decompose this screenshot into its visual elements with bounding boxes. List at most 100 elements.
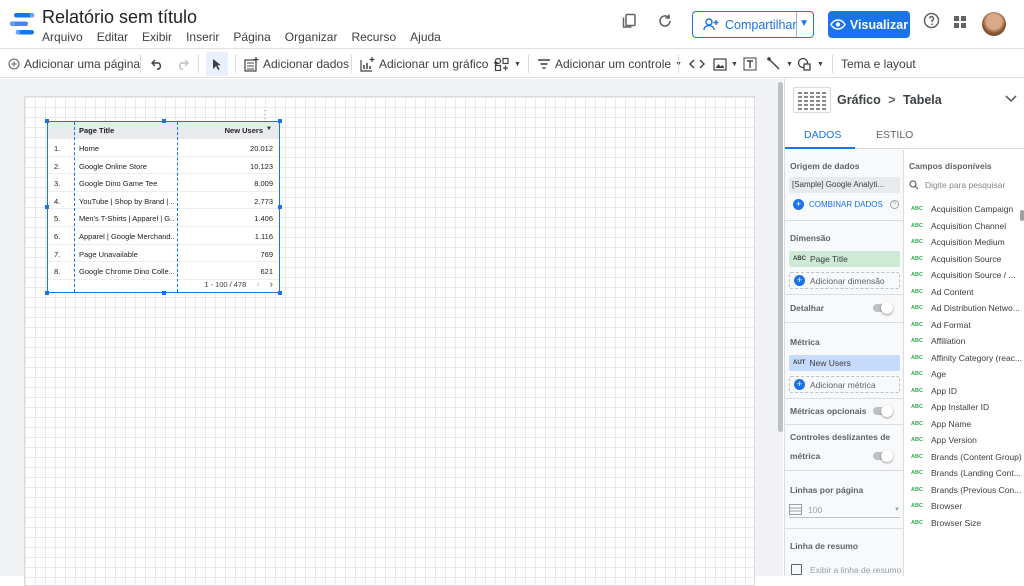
table-row: 5. Men's T-Shirts | Apparel | G... 1.406 (48, 209, 279, 227)
add-metric-button[interactable]: + Adicionar métrica (789, 376, 900, 393)
properties-panel: Gráfico > Tabela DADOS ESTILO Origem de … (784, 79, 1024, 576)
menu-inserir[interactable]: Inserir (186, 30, 219, 44)
resize-handle[interactable] (45, 119, 49, 123)
field-item[interactable]: ABC App ID (911, 383, 957, 399)
add-chart-button[interactable]: Adicionar um gráfico ▼ (360, 49, 499, 79)
theme-layout-button[interactable]: Tema e layout (841, 49, 916, 79)
menu-pagina[interactable]: Página (233, 30, 270, 44)
chevron-down-icon: ▼ (894, 506, 900, 513)
metric-sliders-toggle[interactable] (873, 450, 893, 462)
field-item[interactable]: ABC Browser Size (911, 515, 981, 531)
field-item[interactable]: ABC Ad Distribution Netwo... (911, 300, 1020, 316)
chart-more-options-icon[interactable]: · · · (263, 106, 266, 123)
field-item[interactable]: ABC Ad Content (911, 284, 974, 300)
menu-ajuda[interactable]: Ajuda (410, 30, 441, 44)
field-item[interactable]: ABC Acquisition Channel (911, 218, 1006, 234)
field-item[interactable]: ABC App Version (911, 432, 977, 448)
field-item[interactable]: ABC Acquisition Source (911, 251, 1001, 267)
collapse-panel-icon[interactable] (1005, 91, 1017, 106)
field-item[interactable]: ABC Brands (Previous Con... (911, 482, 1021, 498)
menu-editar[interactable]: Editar (97, 30, 128, 44)
table-chart-icon[interactable] (793, 87, 831, 113)
blend-data-button[interactable]: + COMBINAR DADOS ? (793, 199, 899, 210)
table-row: 7. Page Unavailable 769 (48, 245, 279, 263)
field-item[interactable]: ABC Affinity Category (reac... (911, 350, 1022, 366)
tab-data[interactable]: DADOS (804, 129, 841, 141)
drill-down-toggle[interactable] (873, 302, 893, 314)
menu-recurso[interactable]: Recurso (351, 30, 396, 44)
column-header-page-title[interactable]: Page Title (79, 126, 114, 135)
table-row: 8. Google Chrome Dino Colle... 621 (48, 262, 279, 280)
shape-icon[interactable]: ▼ (797, 49, 824, 79)
community-viz-icon[interactable]: ▼ (494, 49, 521, 79)
add-dimension-button[interactable]: + Adicionar dimensão (789, 272, 900, 289)
sort-desc-icon[interactable]: ▼ (266, 126, 272, 132)
column-header-new-users[interactable]: New Users (225, 126, 263, 135)
share-button[interactable]: Compartilhar ▼ (692, 11, 814, 38)
metric-chip[interactable]: AUT New Users (789, 355, 900, 371)
field-item[interactable]: ABC Brands (Content Group) (911, 449, 1022, 465)
optional-metrics-toggle[interactable] (873, 405, 893, 417)
view-label: Visualizar (849, 17, 909, 32)
resize-handle[interactable] (278, 119, 282, 123)
field-item[interactable]: ABC Acquisition Source / ... (911, 267, 1016, 283)
resize-handle[interactable] (45, 205, 49, 209)
fields-scrollbar[interactable] (1020, 210, 1024, 221)
resize-handle[interactable] (162, 291, 166, 295)
field-item[interactable]: ABC Ad Format (911, 317, 971, 333)
add-control-button[interactable]: Adicionar um controle ▼ (537, 49, 682, 79)
field-item[interactable]: ABC Affiliation (911, 333, 965, 349)
table-row: 1. Home 20.012 (48, 139, 279, 157)
field-item[interactable]: ABC Brands (Landing Cont... (911, 465, 1021, 481)
help-icon[interactable] (920, 12, 942, 34)
help-icon[interactable]: ? (889, 200, 899, 209)
table-chart[interactable]: Page Title New Users ▼ 1. Home 20.012 2. Go… (47, 121, 280, 293)
field-item[interactable]: ABC Acquisition Campaign (911, 201, 1013, 217)
chevron-down-icon: ▼ (817, 60, 824, 68)
metric-sliders-label-2: métrica (790, 451, 821, 461)
prev-page-icon[interactable]: ‹ (256, 279, 259, 290)
add-circle-icon: + (794, 275, 805, 286)
canvas-scrollbar[interactable] (778, 82, 783, 432)
report-title[interactable]: Relatório sem título (42, 7, 197, 28)
field-search[interactable]: Digite para pesquisar (909, 177, 1021, 193)
embed-code-icon[interactable] (689, 49, 705, 79)
add-page-button[interactable]: Adicionar uma página (8, 49, 140, 79)
field-item[interactable]: ABC Age (911, 366, 946, 382)
data-source-selector[interactable]: [Sample] Google Analyti... (789, 177, 900, 193)
field-item[interactable]: ABC Acquisition Medium (911, 234, 1005, 250)
tab-style[interactable]: ESTILO (876, 129, 913, 141)
text-icon[interactable] (743, 49, 757, 79)
menu-arquivo[interactable]: Arquivo (42, 30, 83, 44)
resize-handle[interactable] (278, 291, 282, 295)
data-config-column: Origem de dados [Sample] Google Analyti.… (785, 150, 904, 576)
rows-per-page-select[interactable]: 100 ▼ (789, 502, 900, 518)
dimension-label: Dimensão (790, 233, 831, 243)
add-data-button[interactable]: Adicionar dados (244, 49, 349, 79)
resize-handle[interactable] (162, 119, 166, 123)
view-button[interactable]: Visualizar (828, 11, 910, 38)
share-dropdown-icon[interactable]: ▼ (799, 18, 809, 29)
menu-exibir[interactable]: Exibir (142, 30, 172, 44)
add-chart-icon (360, 56, 375, 72)
redo-icon[interactable] (175, 49, 189, 79)
line-icon[interactable]: ▼ (767, 49, 793, 79)
available-fields-label: Campos disponíveis (909, 161, 992, 171)
eye-icon (830, 19, 846, 30)
resize-handle[interactable] (278, 205, 282, 209)
resize-handle[interactable] (45, 291, 49, 295)
show-summary-checkbox[interactable]: Exibir a linha de resumo (791, 564, 901, 575)
table-pagination: 1 - 100 / 478 ‹ › (204, 279, 273, 290)
field-item[interactable]: ABC Browser (911, 498, 962, 514)
apps-grid-icon[interactable] (949, 12, 971, 34)
copy-icon[interactable] (618, 12, 640, 34)
dimension-chip[interactable]: ABC Page Title (789, 251, 900, 267)
undo-icon[interactable] (151, 49, 165, 79)
field-item[interactable]: ABC App Name (911, 416, 971, 432)
avatar[interactable] (982, 12, 1006, 36)
image-icon[interactable]: ▼ (713, 49, 738, 79)
menu-organizar[interactable]: Organizar (285, 30, 338, 44)
next-page-icon[interactable]: › (270, 279, 273, 290)
refresh-icon[interactable] (654, 12, 676, 34)
field-item[interactable]: ABC App Installer ID (911, 399, 989, 415)
